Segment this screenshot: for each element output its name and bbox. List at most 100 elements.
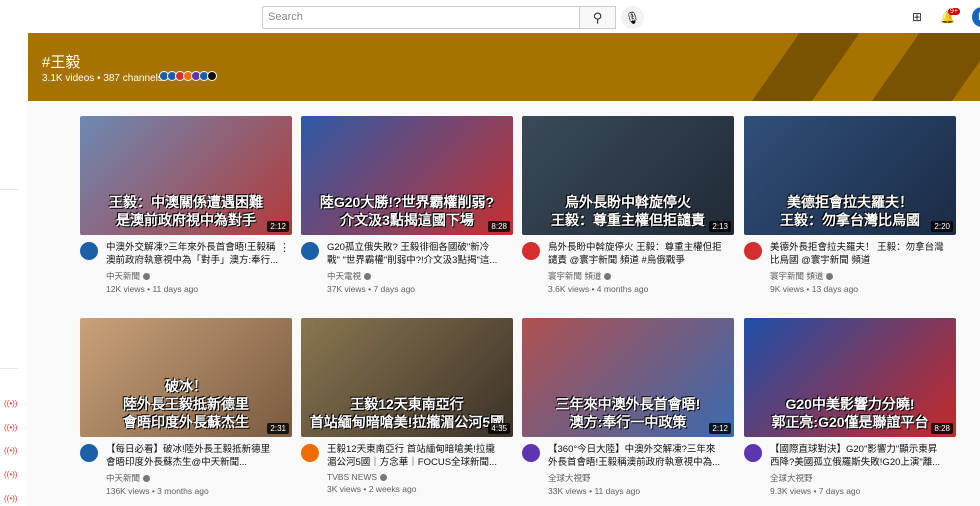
thumbnail-caption: 破冰！ [165,378,207,394]
channel-avatar[interactable] [80,444,98,462]
channel-name-text[interactable]: 寰宇新聞 頻道 [770,271,823,281]
channel-name-text[interactable]: 全球大視野 [770,473,813,483]
video-card[interactable]: 烏外長盼中斡旋停火 王毅：尊重主權但拒譴責 2:13 烏外長盼中斡旋停火 王毅：尊重… [522,116,734,294]
video-duration: 8:28 [931,423,953,434]
verified-check-icon [604,273,612,280]
thumbnail-caption: 王毅12天東南亞行 [350,396,464,412]
channel-avatars [159,71,217,81]
video-thumbnail[interactable]: 三年來中澳外長首會晤! 澳方:奉行一中政策 2:12 [522,318,734,437]
more-options-icon[interactable]: ⋮ [279,241,290,254]
thumbnail-caption: 王毅：中澳關係遭遇困難 [109,194,263,210]
brush-stroke-decoration [722,33,874,101]
channel-avatar[interactable] [301,242,319,260]
channel-name[interactable]: 中天電視 [327,270,502,282]
thumbnail-caption: 烏外長盼中斡旋停火 [565,194,691,210]
video-thumbnail[interactable]: 王毅12天東南亞行首站緬甸暗嗆美!拉攏湄公河5國 4:35 [301,318,513,437]
video-duration: 2:12 [709,423,731,434]
sidebar-divider [0,368,18,369]
video-title[interactable]: 【360°今日大陸】中澳外交解凍?三年來外長首會晤!王毅稱澳前政府執意視中為..… [548,443,723,469]
thumbnail-caption: 首站緬甸暗嗆美!拉攏湄公河5國 [309,414,505,430]
video-duration: 2:13 [709,221,731,232]
channel-name[interactable]: TVBS NEWS [327,472,502,482]
video-card[interactable]: 王毅12天東南亞行首站緬甸暗嗆美!拉攏湄公河5國 4:35 王毅12天東南亞行 首… [301,318,513,494]
video-stats: 3K views • 2 weeks ago [327,484,417,494]
channel-name-text[interactable]: 中天電視 [327,271,361,281]
channel-avatar[interactable] [522,444,540,462]
video-duration: 2:31 [267,423,289,434]
video-card[interactable]: 王毅：中澳關係遭遇困難 是澳前政府視中為對手 2:12 中澳外交解凍?三年來外長首會… [80,116,292,294]
video-card[interactable]: 三年來中澳外長首會晤! 澳方:奉行一中政策 2:12 【360°今日大陸】中澳外交解… [522,318,734,496]
video-card[interactable]: 美德拒會拉夫羅夫！ 王毅：勿拿台灣比烏國 2:20 美德外長拒會拉夫羅夫！ 王毅：勿… [744,116,956,294]
video-thumbnail[interactable]: 陸G20大勝!?世界霸權削弱? 介文汲3點揭這國下場 8:28 [301,116,513,235]
video-stats: 3.6K views • 4 months ago [548,284,649,294]
live-icon[interactable]: ((•)) [4,423,17,432]
video-duration: 8:28 [488,221,510,232]
video-thumbnail[interactable]: 美德拒會拉夫羅夫！ 王毅：勿拿台灣比烏國 2:20 [744,116,956,235]
video-title[interactable]: 【每日必看】破冰!陸外長王毅抵新德里 會晤印度外長蘇杰生@中天新聞... [106,443,281,469]
channel-avatar[interactable] [744,444,762,462]
video-thumbnail[interactable]: G20中美影響力分曉! 郭正亮:G20僅是聯誼平台 8:28 [744,318,956,437]
search-input[interactable]: Search [262,6,580,29]
thumbnail-caption: 介文汲3點揭這國下場 [340,212,474,228]
video-stats: 33K views • 11 days ago [548,486,641,496]
channel-avatar[interactable] [744,242,762,260]
top-bar: Search ⚲ 🎙 ⊞ 🔔 9+ D [0,0,980,33]
video-title[interactable]: 烏外長盼中斡旋停火 王毅：尊重主權但拒譴責 @寰宇新聞 頻道 #烏俄戰爭 [548,241,723,267]
live-icon[interactable]: ((•)) [4,446,17,455]
channel-name[interactable]: 中天新聞 [106,472,281,484]
live-icon[interactable]: ((•)) [4,470,17,479]
account-avatar[interactable]: D [972,7,980,27]
video-title[interactable]: G20孤立俄失敗? 王毅徘徊各國破"新冷戰" "世界霸權"削弱中?!介文汲3點揭… [327,241,502,267]
search-button[interactable]: ⚲ [579,6,616,29]
hashtag-banner: #王毅 3.1K videos • 387 channels [28,33,980,101]
channel-name-text[interactable]: 中天新聞 [106,473,140,483]
video-duration: 2:12 [267,221,289,232]
channel-name-text[interactable]: 中天新聞 [106,271,140,281]
sidebar-divider [0,189,18,190]
verified-check-icon [143,273,151,280]
hashtag-title: #王毅 [42,54,81,71]
create-video-icon[interactable]: ⊞ [912,10,922,24]
verified-check-icon [826,273,834,280]
channel-avatar[interactable] [522,242,540,260]
channel-avatar[interactable] [301,444,319,462]
channel-name-text[interactable]: 全球大視野 [548,473,591,483]
channel-name[interactable]: 全球大視野 [548,472,723,484]
thumbnail-caption: 澳方:奉行一中政策 [569,414,687,430]
live-icon[interactable]: ((•)) [4,494,17,503]
thumbnail-caption: 郭正亮:G20僅是聯誼平台 [771,414,929,430]
channel-name[interactable]: 寰宇新聞 頻道 [770,270,945,282]
thumbnail-caption: 會晤印度外長蘇杰生 [123,414,249,430]
verified-check-icon [143,475,151,482]
video-card[interactable]: 陸G20大勝!?世界霸權削弱? 介文汲3點揭這國下場 8:28 G20孤立俄失敗? … [301,116,513,294]
video-card[interactable]: G20中美影響力分曉! 郭正亮:G20僅是聯誼平台 8:28 【國際直球對決】G20… [744,318,956,496]
video-stats: 37K views • 7 days ago [327,284,416,294]
channel-name-text[interactable]: TVBS NEWS [327,472,377,482]
video-title[interactable]: 王毅12天東南亞行 首站緬甸暗嗆美!拉攏湄公河5國｜方念華｜FOCUS全球新聞.… [327,443,502,469]
video-stats: 12K views • 11 days ago [106,284,199,294]
video-thumbnail[interactable]: 破冰！ 陸外長王毅抵新德里 會晤印度外長蘇杰生 2:31 [80,318,292,437]
video-duration: 2:20 [931,221,953,232]
microphone-icon: 🎙 [624,10,641,25]
brush-stroke-decoration [842,33,980,101]
channel-name-text[interactable]: 寰宇新聞 頻道 [548,271,601,281]
channel-name[interactable]: 全球大視野 [770,472,945,484]
notification-badge: 9+ [948,8,960,15]
voice-search-button[interactable]: 🎙 [621,6,644,29]
video-duration: 4:35 [488,423,510,434]
channel-avatar [207,71,217,81]
channel-name[interactable]: 中天新聞 [106,270,281,282]
channel-avatar[interactable] [80,242,98,260]
channel-name[interactable]: 寰宇新聞 頻道 [548,270,723,282]
video-title[interactable]: 【國際直球對決】G20"影響力"顯示東昇西降?美國孤立俄羅斯失敗!G20上演"離… [770,443,945,469]
video-card[interactable]: 破冰！ 陸外長王毅抵新德里 會晤印度外長蘇杰生 2:31 【每日必看】破冰!陸外長王毅… [80,318,292,496]
video-thumbnail[interactable]: 烏外長盼中斡旋停火 王毅：尊重主權但拒譴責 2:13 [522,116,734,235]
video-thumbnail[interactable]: 王毅：中澳關係遭遇困難 是澳前政府視中為對手 2:12 [80,116,292,235]
verified-check-icon [364,273,372,280]
thumbnail-caption: 陸外長王毅抵新德里 [123,396,249,412]
live-icon[interactable]: ((•)) [4,399,17,408]
video-title[interactable]: 美德外長拒會拉夫羅夫！ 王毅：勿拿台灣比烏國 @寰宇新聞 頻道 [770,241,945,267]
video-title[interactable]: 中澳外交解凍?三年來外長首會晤!王毅稱澳前政府執意視中為「對手」澳方:奉行... [106,241,281,267]
hashtag-stats: 3.1K videos • 387 channels [42,73,163,84]
thumbnail-caption: 三年來中澳外長首會晤! [555,396,701,412]
